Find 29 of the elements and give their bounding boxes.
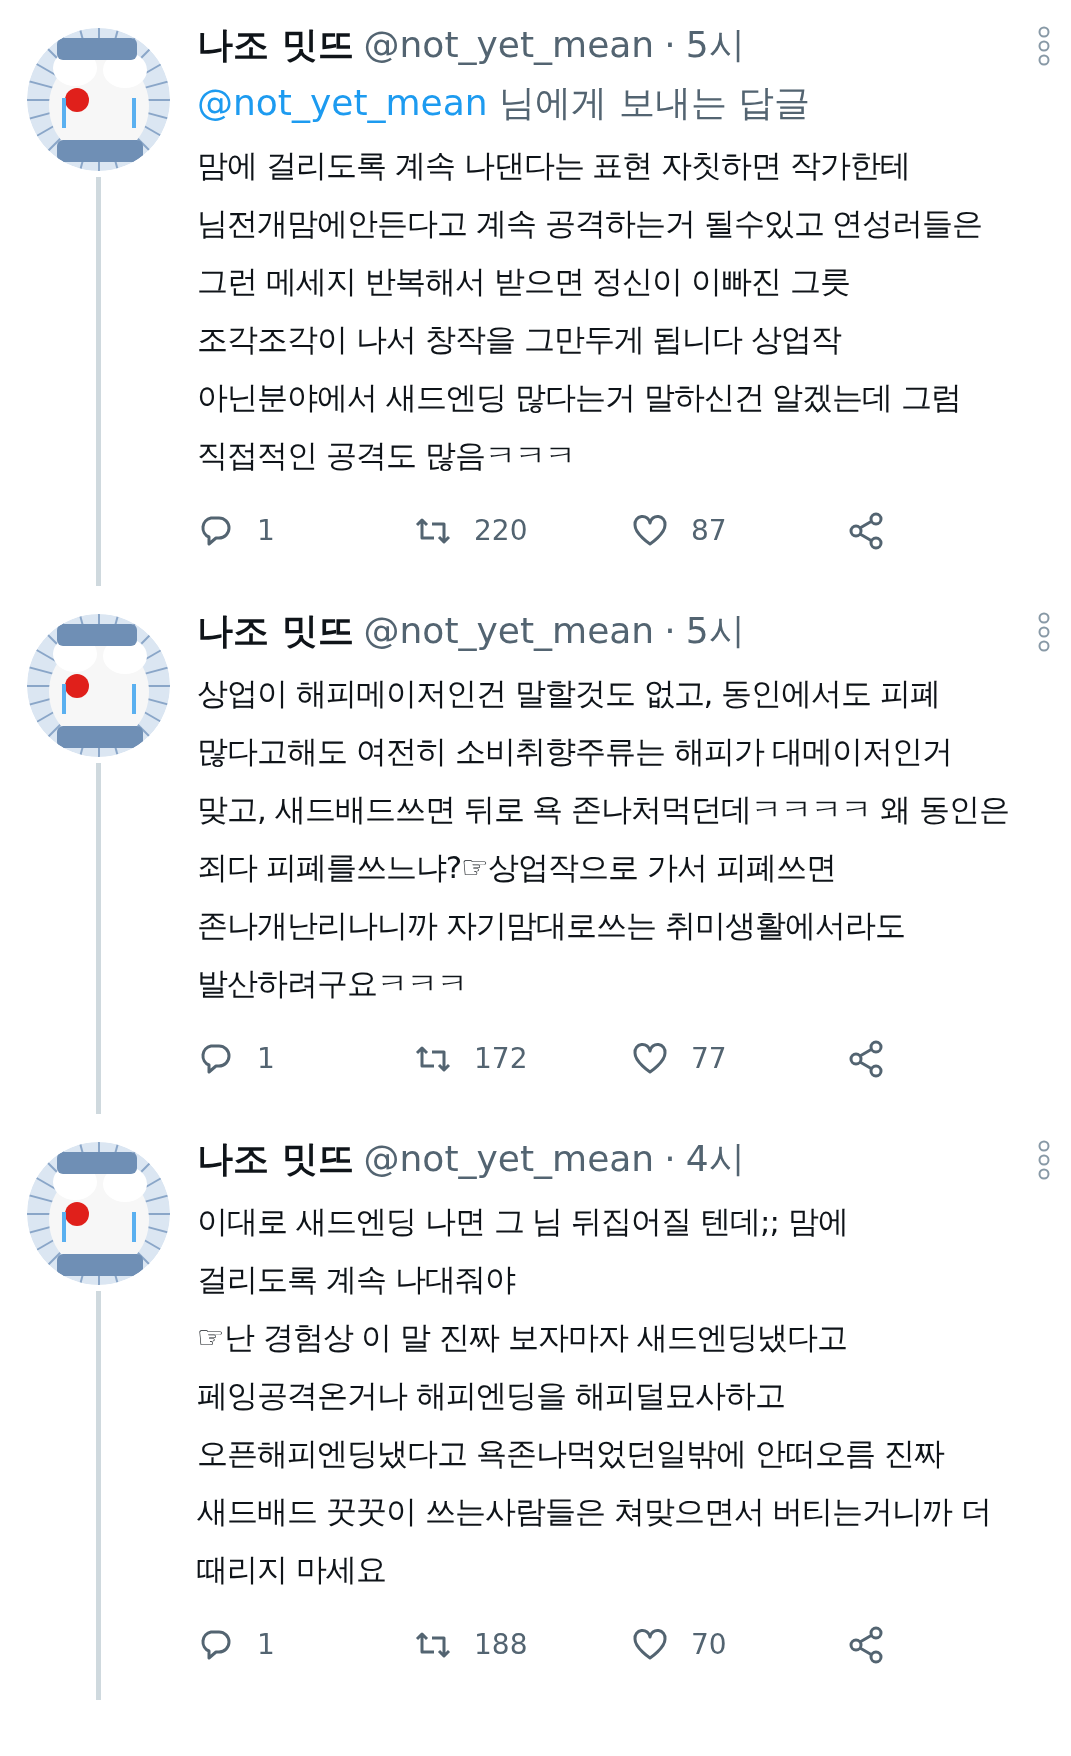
- like-count: 77: [691, 1041, 727, 1077]
- separator-dot: ·: [664, 1137, 676, 1181]
- display-name: 나조 밋뜨: [197, 23, 354, 67]
- display-name: 나조 밋뜨: [197, 1137, 354, 1181]
- timestamp: 5시: [685, 609, 745, 653]
- more-options-icon[interactable]: [1037, 612, 1051, 652]
- tweet-text: 맘에 걸리도록 계속 나댄다는 표현 자칫하면 작가한테 님전개맘에안든다고 계속 공격하는거 될수있고 연성러들은 그런 메세지 반복해서 받으면 정신이 이빠진 그릇 조각조각이 나서 창작을 그만두게 됩니다 상업작 아닌분야에서 새드엔딩 많다는거 말하신건 알겠는데 그럼 직접적인 공격도 많음ㅋㅋㅋ: [197, 146, 984, 475]
- retweet-count: 188: [474, 1627, 528, 1663]
- retweet-count: 220: [474, 513, 528, 549]
- timestamp: 5시: [685, 23, 745, 67]
- mention-link[interactable]: @not_yet_mean: [197, 82, 488, 123]
- user-handle: @not_yet_mean: [363, 1137, 655, 1181]
- retweet-count: 172: [474, 1041, 528, 1077]
- separator-dot: ·: [664, 609, 676, 653]
- tweet-text: 상업이 해피메이저인건 말할것도 없고, 동인에서도 피폐 많다고해도 여전히 소비취향주류는 해피가 대메이저인거 맞고, 새드배드쓰면 뒤로 욕 존나처먹던데ㅋㅋㅋㅋ 왜 동인은 죄다 피폐를쓰느냐?☞상업작으로 가서 피폐쓰면 존나개난리나니까 자기맘대로쓰는 취미생활에서라도 발산하려구요ㅋㅋㅋ: [197, 674, 1010, 1003]
- separator-dot: ·: [664, 23, 676, 67]
- reply-count: 1: [257, 1627, 275, 1663]
- display-name: 나조 밋뜨: [197, 609, 354, 653]
- more-options-icon[interactable]: [1037, 26, 1051, 66]
- like-count: 87: [691, 513, 727, 549]
- user-handle: @not_yet_mean: [363, 609, 655, 653]
- like-count: 70: [691, 1627, 727, 1663]
- more-options-icon[interactable]: [1037, 1140, 1051, 1180]
- user-handle: @not_yet_mean: [363, 23, 655, 67]
- timestamp: 4시: [685, 1137, 745, 1181]
- reply-count: 1: [257, 1041, 275, 1077]
- reply-count: 1: [257, 513, 275, 549]
- reply-label: 님에게 보내는 답글: [499, 82, 810, 123]
- tweet-text: 이대로 새드엔딩 나면 그 님 뒤집어질 텐데;; 맘에 걸리도록 계속 나대줘야 ☞난 경험상 이 말 진짜 보자마자 새드엔딩냈다고 페잉공격온거나 해피엔딩을 해피덜묘사하고 오픈해피엔딩냈다고 욕존나먹었던일밖에 안떠오름 진짜 새드배드 꿋꿋이 쓰는사람들은 쳐맞으면서 버티는거니까 더 때리지 마세요: [197, 1202, 993, 1589]
